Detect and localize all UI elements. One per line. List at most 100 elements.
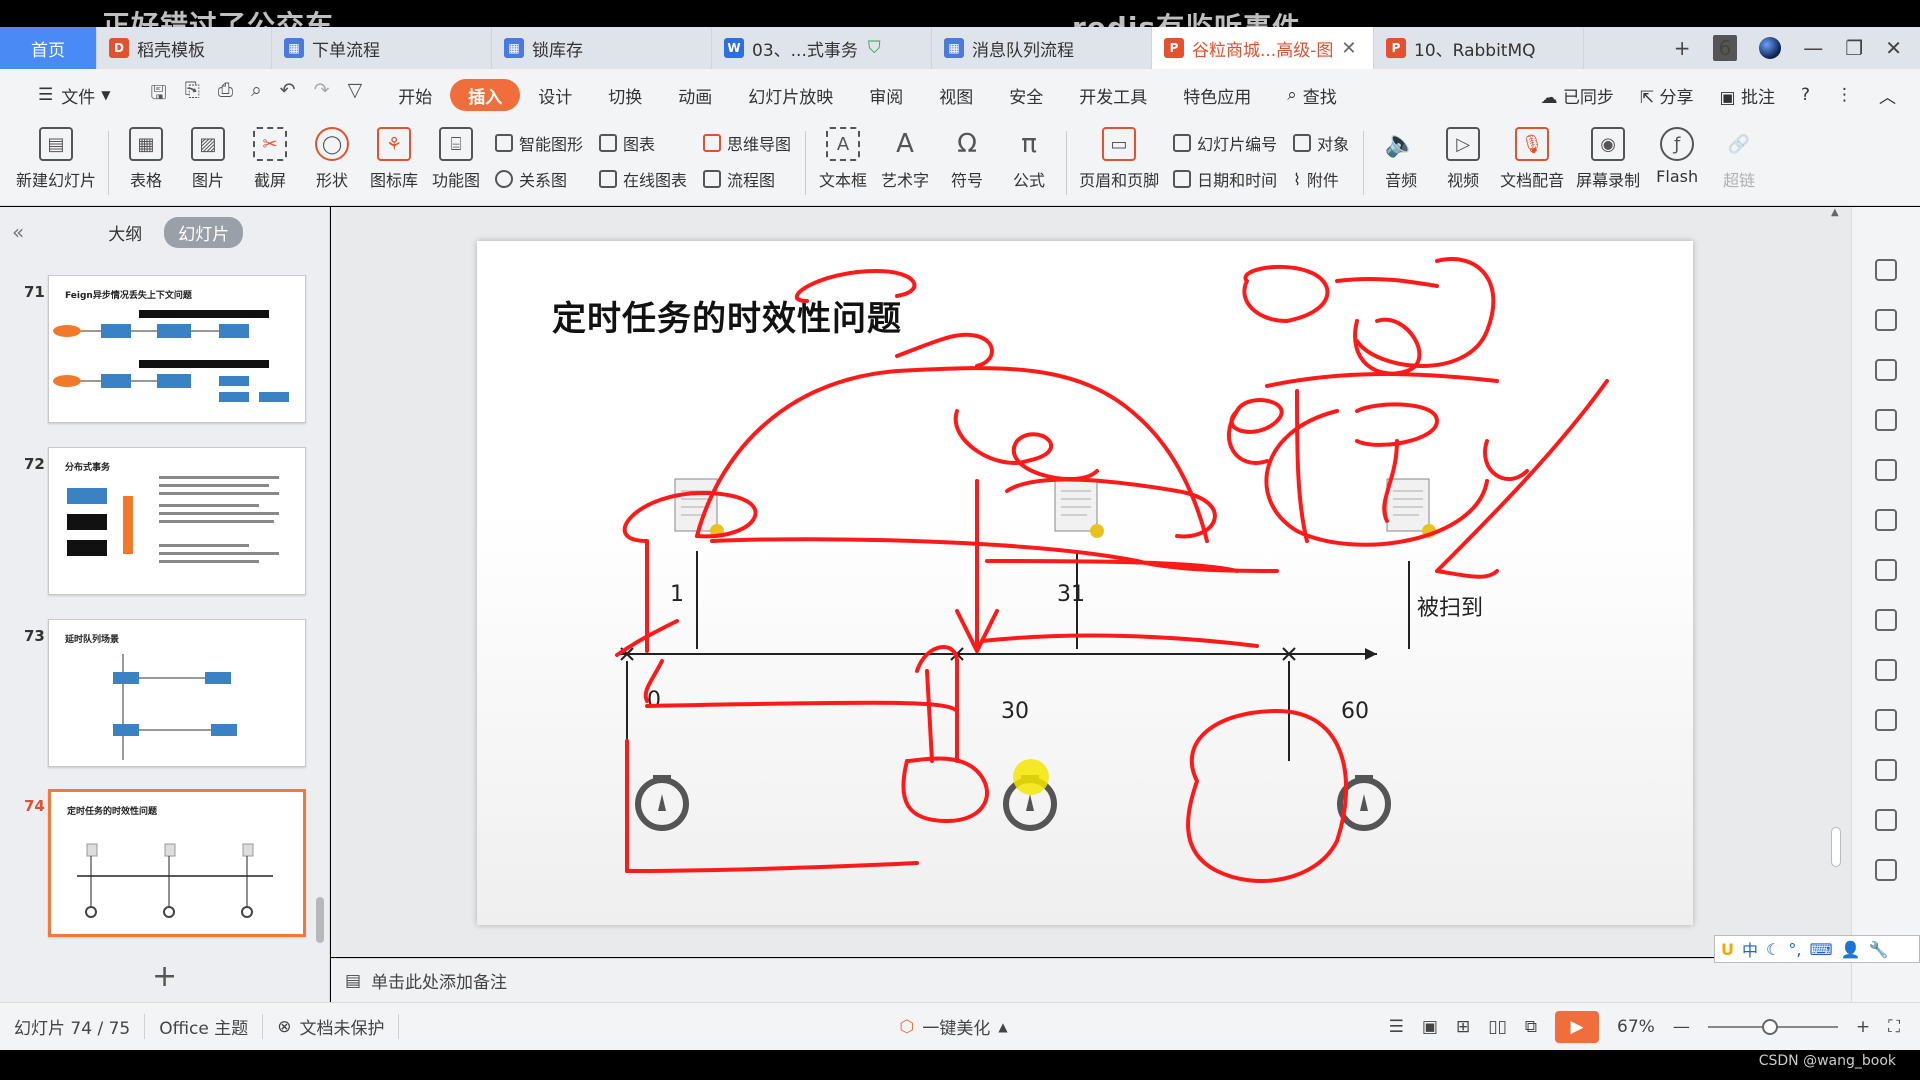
image-icon[interactable]: [1875, 809, 1897, 831]
slide-thumbnail-72[interactable]: 72 分布式事务: [0, 447, 320, 597]
icon-library-button[interactable]: ⚘ 图标库: [363, 121, 425, 191]
account-avatar[interactable]: [1759, 37, 1782, 59]
video-button[interactable]: ▷ 视频: [1432, 121, 1494, 191]
slide-thumbnail-74[interactable]: 74 定时任务的时效性问题: [0, 789, 320, 939]
tab-mq-flow[interactable]: ▦ 消息队列流程: [932, 27, 1152, 69]
smart-shape-button[interactable]: 智能图形: [495, 126, 583, 160]
table-button[interactable]: ▦ 表格: [115, 121, 177, 191]
picture-icon[interactable]: [1875, 659, 1897, 681]
menu-animation[interactable]: 动画: [660, 79, 730, 111]
collapse-ribbon-icon[interactable]: ︿: [1879, 83, 1896, 108]
redo-icon[interactable]: ↷: [314, 79, 330, 111]
print-icon[interactable]: ⎙: [218, 79, 233, 111]
formula-button[interactable]: π 公式: [998, 121, 1060, 191]
undo-icon[interactable]: ↶: [280, 79, 296, 111]
chart-button[interactable]: 图表: [599, 126, 687, 160]
play-slideshow-button[interactable]: ▶: [1555, 1010, 1600, 1043]
align-menu-icon[interactable]: ☰: [1389, 1017, 1404, 1037]
protection-status[interactable]: ⊗ 文档未保护: [263, 1014, 400, 1039]
file-menu[interactable]: ☰ 文件 ▼: [20, 79, 128, 111]
textbox-button[interactable]: A 文本框: [812, 121, 874, 191]
menu-security[interactable]: 安全: [991, 79, 1061, 111]
format-painter-icon[interactable]: ⎘: [185, 79, 200, 111]
pen-icon[interactable]: [1875, 409, 1897, 431]
close-icon[interactable]: ✕: [1341, 38, 1356, 59]
save-icon[interactable]: 🖫: [150, 79, 166, 111]
shape-icon[interactable]: [1875, 359, 1897, 381]
collapse-panel-icon[interactable]: «: [12, 220, 24, 244]
comment-button[interactable]: ▣ 批注: [1720, 83, 1775, 108]
zoom-slider[interactable]: [1707, 1018, 1838, 1035]
datetime-button[interactable]: 日期和时间: [1173, 162, 1277, 196]
menu-start[interactable]: 开始: [380, 79, 450, 111]
star-icon[interactable]: [1875, 259, 1897, 281]
menu-transition[interactable]: 切换: [590, 79, 660, 111]
tab-count-badge[interactable]: 6: [1712, 35, 1738, 61]
tab-transaction-doc[interactable]: W 03、...式事务 ⛉: [712, 27, 932, 69]
sorter-view-icon[interactable]: ⊞: [1456, 1017, 1470, 1037]
archive-icon[interactable]: [1875, 759, 1897, 781]
online-chart-button[interactable]: 在线图表: [599, 162, 687, 196]
current-slide[interactable]: 定时任务的时效性问题 1 31 被扫到 0 30 60: [477, 241, 1693, 925]
menu-features[interactable]: 特色应用: [1165, 79, 1269, 111]
scroll-up-icon[interactable]: ▲: [1831, 207, 1839, 218]
menu-review[interactable]: 审阅: [851, 79, 921, 111]
menu-design[interactable]: 设计: [520, 79, 590, 111]
ime-toolbar[interactable]: U 中 ☾ °, ⌨ 👤 🔧: [1714, 935, 1920, 963]
function-chart-button[interactable]: ⌸ 功能图: [425, 121, 487, 191]
menu-insert[interactable]: 插入: [450, 79, 521, 111]
menu-view[interactable]: 视图: [921, 79, 991, 111]
tab-lock-inventory[interactable]: ▦ 锁库存: [492, 27, 712, 69]
fit-window-icon[interactable]: ⛶: [1888, 1017, 1900, 1037]
doc-dub-button[interactable]: 🎙 文档配音: [1494, 121, 1570, 191]
bar-chart-icon[interactable]: [1875, 559, 1897, 581]
slide-thumbnail-71[interactable]: 71 Feign异步情况丢失上下文问题: [0, 275, 320, 425]
speaker-icon[interactable]: [1875, 859, 1897, 881]
screenshot-button[interactable]: ✂ 截屏: [239, 121, 301, 191]
slide-number-button[interactable]: 幻灯片编号: [1173, 126, 1277, 160]
close-window-icon[interactable]: ✕: [1885, 36, 1902, 60]
scroll-thumb[interactable]: [1831, 827, 1841, 867]
screen-record-button[interactable]: ◉ 屏幕录制: [1570, 121, 1646, 191]
export-icon[interactable]: [1875, 709, 1897, 731]
canvas-scrollbar[interactable]: ▲: [1829, 207, 1841, 957]
mindmap-button[interactable]: 思维导图: [703, 126, 791, 160]
grid-icon[interactable]: [1875, 509, 1897, 531]
menu-slideshow[interactable]: 幻灯片放映: [730, 79, 851, 111]
sync-status[interactable]: ☁ 已同步: [1540, 83, 1613, 108]
audio-button[interactable]: 🔈 音频: [1370, 121, 1432, 191]
new-slide-button[interactable]: ▤ 新建幻灯片: [10, 121, 102, 191]
flowchart-button[interactable]: 流程图: [703, 162, 791, 196]
wordart-button[interactable]: A 艺术字: [874, 121, 936, 191]
symbol-button[interactable]: Ω 符号: [936, 121, 998, 191]
attachment-button[interactable]: ⌇ 附件: [1293, 162, 1349, 196]
picture-button[interactable]: ▨ 图片: [177, 121, 239, 191]
more-icon[interactable]: ⋮: [1836, 85, 1853, 105]
table-icon[interactable]: [1875, 459, 1897, 481]
hyperlink-button[interactable]: 🔗 超链: [1708, 121, 1770, 191]
shape-button[interactable]: ◯ 形状: [301, 121, 363, 191]
share-button[interactable]: ⇱ 分享: [1640, 83, 1694, 108]
print-preview-icon[interactable]: ⌕: [251, 79, 262, 111]
zoom-level[interactable]: 67%: [1617, 1017, 1655, 1037]
minimize-icon[interactable]: —: [1803, 36, 1823, 60]
tab-slides[interactable]: 幻灯片: [164, 216, 244, 248]
swap-icon[interactable]: [1875, 309, 1897, 331]
tab-order-flow[interactable]: ▦ 下单流程: [272, 27, 492, 69]
panel-scrollbar[interactable]: [316, 897, 324, 943]
tab-gulimall-ppt[interactable]: P 谷粒商城...高级-图 ✕: [1152, 27, 1374, 69]
new-tab-button[interactable]: +: [1674, 36, 1691, 60]
customize-icon[interactable]: ▽: [348, 79, 363, 111]
reading-view-icon[interactable]: ▯▯: [1488, 1017, 1507, 1037]
flash-button[interactable]: ƒ Flash: [1646, 121, 1708, 186]
notes-view-icon[interactable]: ⧉: [1525, 1017, 1537, 1037]
header-footer-button[interactable]: ▭ 页眉和页脚: [1073, 121, 1165, 191]
menu-developer[interactable]: 开发工具: [1061, 79, 1165, 111]
add-slide-button[interactable]: +: [152, 959, 177, 994]
tab-rabbitmq-ppt[interactable]: P 10、RabbitMQ: [1374, 27, 1584, 69]
sliders-icon[interactable]: [1875, 609, 1897, 631]
help-button[interactable]: ?: [1801, 85, 1810, 105]
restore-icon[interactable]: ❐: [1845, 36, 1863, 60]
notes-pane[interactable]: ▤ 单击此处添加备注: [331, 958, 1851, 1002]
beautify-button[interactable]: ⬡ 一键美化 ▲: [899, 1014, 1007, 1040]
